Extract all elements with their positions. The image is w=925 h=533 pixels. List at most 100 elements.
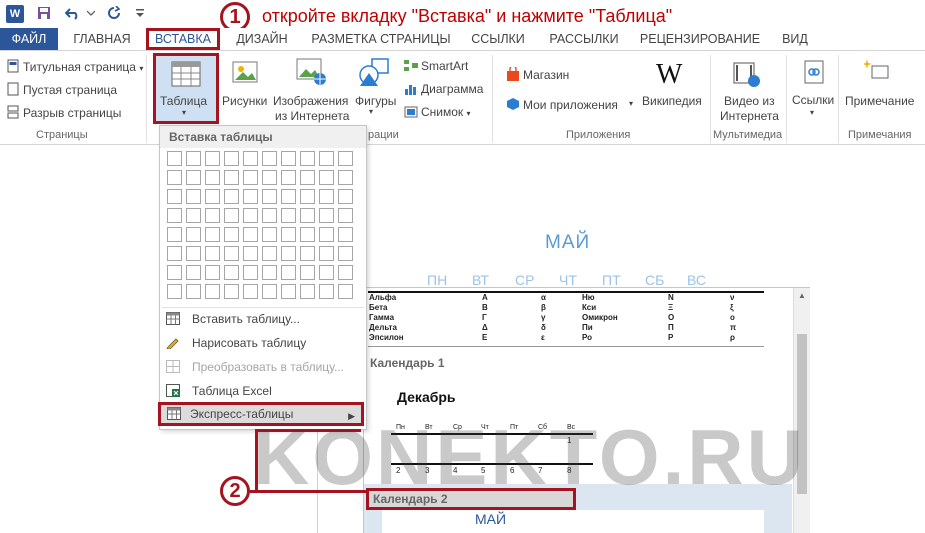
tab-review[interactable]: РЕЦЕНЗИРОВАНИЕ	[638, 28, 762, 50]
scrollbar-thumb[interactable]	[797, 334, 807, 494]
smartart-button[interactable]: SmartArt	[421, 59, 468, 73]
table-grid-cell[interactable]	[300, 246, 315, 261]
calendar2-item[interactable]: Календарь 2	[366, 488, 576, 510]
wikipedia-button[interactable]: Википедия	[642, 94, 702, 108]
customize-toolbar-icon[interactable]	[134, 3, 146, 23]
table-grid-cell[interactable]	[167, 284, 182, 299]
table-grid-cell[interactable]	[224, 189, 239, 204]
table-grid-cell[interactable]	[281, 227, 296, 242]
my-apps-button[interactable]: Мои приложения	[523, 98, 618, 112]
table-grid-cell[interactable]	[262, 265, 277, 280]
table-grid-cell[interactable]	[281, 208, 296, 223]
table-grid-cell[interactable]	[262, 208, 277, 223]
table-grid-cell[interactable]	[186, 189, 201, 204]
excel-table-item[interactable]: Таблица Excel	[160, 379, 366, 403]
table-grid-cell[interactable]	[300, 265, 315, 280]
table-grid-cell[interactable]	[205, 170, 220, 185]
table-grid-cell[interactable]	[262, 170, 277, 185]
table-grid-cell[interactable]	[167, 151, 182, 166]
table-grid-cell[interactable]	[262, 151, 277, 166]
table-grid-cell[interactable]	[243, 284, 258, 299]
table-grid-cell[interactable]	[186, 284, 201, 299]
shapes-button[interactable]: Фигуры	[355, 94, 396, 108]
table-grid-cell[interactable]	[281, 284, 296, 299]
table-grid-cell[interactable]	[338, 227, 353, 242]
table-grid-cell[interactable]	[319, 189, 334, 204]
table-button[interactable]: Таблица ▾	[153, 53, 219, 124]
table-grid-cell[interactable]	[243, 246, 258, 261]
page-break-button[interactable]: Разрыв страницы	[23, 106, 121, 120]
table-grid-cell[interactable]	[338, 170, 353, 185]
table-grid-cell[interactable]	[319, 151, 334, 166]
table-grid-cell[interactable]	[319, 246, 334, 261]
table-grid-cell[interactable]	[205, 151, 220, 166]
table-grid-cell[interactable]	[281, 265, 296, 280]
table-grid-cell[interactable]	[319, 170, 334, 185]
table-grid-cell[interactable]	[338, 284, 353, 299]
table-grid-cell[interactable]	[224, 170, 239, 185]
table-grid-cell[interactable]	[319, 265, 334, 280]
undo-dropdown-icon[interactable]	[86, 3, 96, 23]
table-grid-cell[interactable]	[243, 265, 258, 280]
online-video-button[interactable]: Видео из	[724, 94, 775, 108]
table-grid-cell[interactable]	[224, 284, 239, 299]
table-grid-cell[interactable]	[262, 246, 277, 261]
table-grid-cell[interactable]	[281, 246, 296, 261]
tab-design[interactable]: ДИЗАЙН	[230, 28, 294, 50]
table-grid-cell[interactable]	[186, 265, 201, 280]
table-grid-cell[interactable]	[205, 208, 220, 223]
table-grid-cell[interactable]	[167, 170, 182, 185]
online-pictures-button[interactable]: Изображения	[273, 94, 348, 108]
table-grid-cell[interactable]	[205, 284, 220, 299]
table-grid-cell[interactable]	[300, 170, 315, 185]
links-button[interactable]: Ссылки	[792, 93, 834, 107]
scroll-up-icon[interactable]: ▲	[794, 288, 810, 304]
pictures-button[interactable]: Рисунки	[222, 94, 267, 108]
gallery-scrollbar[interactable]: ▲	[793, 288, 810, 533]
tab-mailings[interactable]: РАССЫЛКИ	[545, 28, 623, 50]
table-grid-cell[interactable]	[224, 265, 239, 280]
table-grid-cell[interactable]	[167, 189, 182, 204]
tab-view[interactable]: ВИД	[775, 28, 815, 50]
tab-references[interactable]: ССЫЛКИ	[465, 28, 531, 50]
table-grid-cell[interactable]	[338, 208, 353, 223]
table-grid-cell[interactable]	[319, 208, 334, 223]
table-grid-cell[interactable]	[167, 246, 182, 261]
insert-table-item[interactable]: Вставить таблицу...	[160, 307, 366, 331]
table-grid-cell[interactable]	[319, 227, 334, 242]
table-grid-cell[interactable]	[224, 151, 239, 166]
table-grid-cell[interactable]	[300, 227, 315, 242]
table-grid-cell[interactable]	[186, 227, 201, 242]
table-grid-cell[interactable]	[281, 189, 296, 204]
table-grid-cell[interactable]	[262, 227, 277, 242]
table-grid-cell[interactable]	[186, 208, 201, 223]
table-grid-cell[interactable]	[281, 151, 296, 166]
table-grid-cell[interactable]	[338, 246, 353, 261]
table-grid-cell[interactable]	[262, 189, 277, 204]
table-grid-cell[interactable]	[243, 208, 258, 223]
my-apps-dropdown-icon[interactable]: ▾	[629, 99, 633, 108]
table-grid-cell[interactable]	[205, 265, 220, 280]
store-button[interactable]: Магазин	[523, 68, 569, 82]
table-grid-cell[interactable]	[224, 246, 239, 261]
table-grid-cell[interactable]	[205, 189, 220, 204]
chart-button[interactable]: Диаграмма	[421, 82, 483, 96]
table-grid-cell[interactable]	[338, 151, 353, 166]
table-grid-cell[interactable]	[319, 284, 334, 299]
table-grid-cell[interactable]	[338, 189, 353, 204]
shapes-dropdown-icon[interactable]: ▾	[369, 107, 373, 116]
screenshot-button[interactable]: Снимок ▾	[421, 105, 471, 119]
table-grid-cell[interactable]	[186, 151, 201, 166]
tab-insert[interactable]: ВСТАВКА	[146, 28, 220, 50]
table-grid-cell[interactable]	[243, 170, 258, 185]
convert-to-table-item[interactable]: Преобразовать в таблицу...	[160, 355, 366, 379]
links-dropdown-icon[interactable]: ▾	[810, 108, 814, 117]
quick-tables-item[interactable]: Экспресс-таблицы ▶	[158, 402, 364, 426]
table-grid-cell[interactable]	[338, 265, 353, 280]
blank-page-button[interactable]: Пустая страница	[23, 83, 117, 97]
redo-button[interactable]	[104, 3, 124, 23]
table-grid-cell[interactable]	[205, 246, 220, 261]
table-grid-cell[interactable]	[224, 227, 239, 242]
quick-tables-gallery[interactable]: Альфа Αα Ню Νν Бета Ββ Кси Ξξ Гамма Γγ Омикрон Οο Де…	[363, 287, 810, 533]
table-grid-cell[interactable]	[186, 246, 201, 261]
